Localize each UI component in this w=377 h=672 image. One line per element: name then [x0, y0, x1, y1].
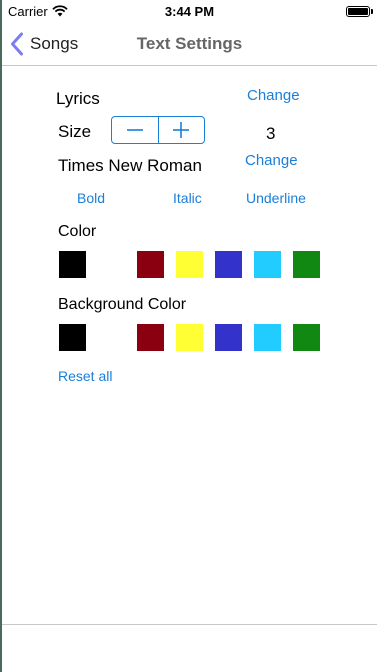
- size-value: 3: [266, 124, 276, 143]
- background-color-swatch[interactable]: [293, 324, 320, 351]
- text-color-swatch[interactable]: [293, 251, 320, 278]
- navigation-bar: Songs Text Settings: [2, 22, 377, 66]
- text-color-swatch[interactable]: [59, 251, 86, 278]
- lyrics-change-button[interactable]: Change: [247, 87, 300, 104]
- background-color-swatch[interactable]: [98, 324, 125, 351]
- text-color-swatch[interactable]: [98, 251, 125, 278]
- minus-icon: [126, 129, 143, 131]
- reset-all-button[interactable]: Reset all: [58, 368, 112, 384]
- underline-button[interactable]: Underline: [246, 190, 306, 206]
- font-name-label: Times New Roman: [58, 156, 202, 175]
- size-label: Size: [58, 122, 92, 141]
- font-change-button[interactable]: Change: [245, 152, 298, 169]
- size-decrement-button[interactable]: [112, 117, 158, 143]
- background-color-label: Background Color: [58, 296, 187, 313]
- color-label: Color: [58, 223, 97, 240]
- clock: 3:44 PM: [164, 4, 215, 19]
- background-color-swatch[interactable]: [254, 324, 281, 351]
- bold-button[interactable]: Bold: [77, 190, 105, 206]
- text-color-swatch[interactable]: [176, 251, 203, 278]
- text-color-swatch[interactable]: [254, 251, 281, 278]
- status-bar: Carrier 3:44 PM: [2, 0, 377, 22]
- text-color-swatch[interactable]: [215, 251, 242, 278]
- plus-icon: [173, 122, 190, 138]
- size-stepper: [111, 116, 205, 144]
- italic-button[interactable]: Italic: [173, 190, 202, 206]
- background-color-swatch[interactable]: [137, 324, 164, 351]
- background-color-swatch[interactable]: [176, 324, 203, 351]
- text-color-swatch[interactable]: [137, 251, 164, 278]
- battery-cap: [371, 9, 373, 14]
- background-color-swatch[interactable]: [215, 324, 242, 351]
- size-increment-button[interactable]: [159, 117, 205, 143]
- screen: Carrier 3:44 PM Songs Text Settings Lyri…: [2, 0, 377, 672]
- battery-icon: [346, 6, 370, 17]
- lyrics-label: Lyrics: [56, 89, 100, 108]
- bottom-toolbar: [2, 624, 377, 672]
- page-title: Text Settings: [136, 34, 243, 53]
- background-color-swatch[interactable]: [59, 324, 86, 351]
